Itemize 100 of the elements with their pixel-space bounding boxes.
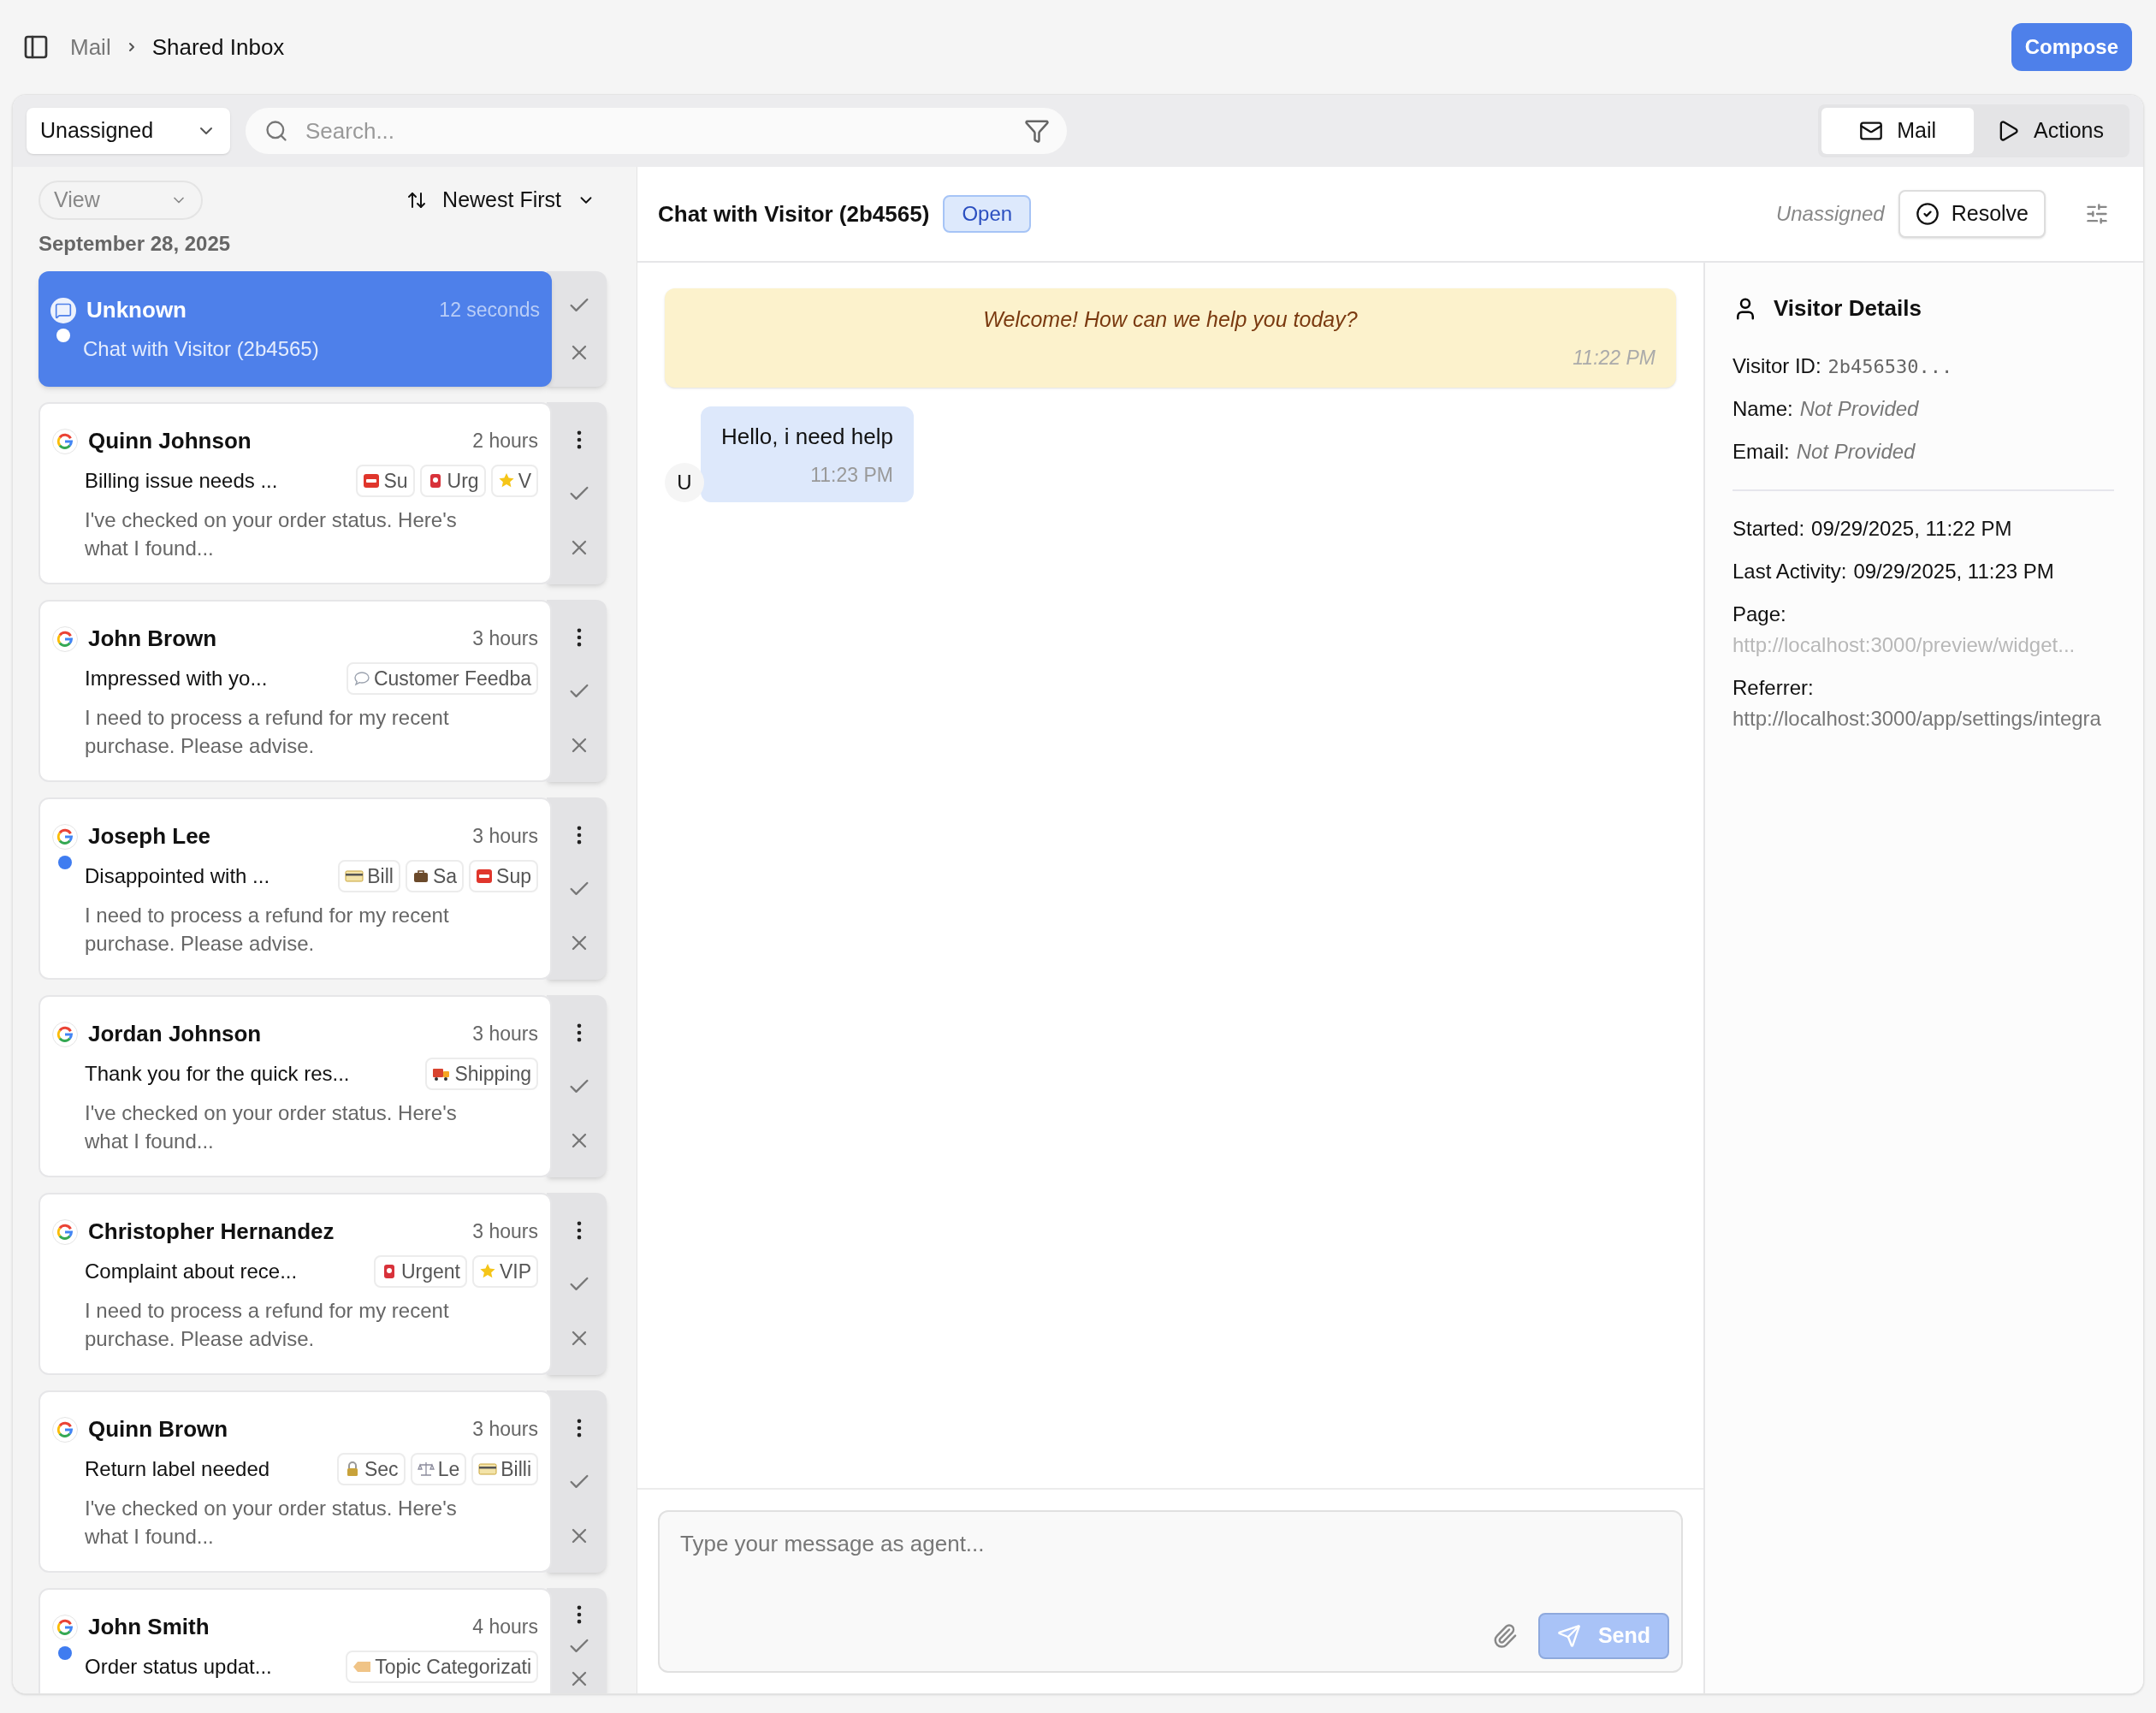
sender-name: Jordan Johnson xyxy=(88,1020,262,1048)
sender-name: John Smith xyxy=(88,1613,210,1641)
assignee-dropdown[interactable]: Unassigned xyxy=(27,108,230,154)
assignee-label: Unassigned xyxy=(1775,201,1885,227)
time-label: 4 hours xyxy=(472,1615,538,1640)
card-icon xyxy=(478,1461,498,1478)
subject-text: Order status updat... xyxy=(85,1654,272,1680)
field-label: Name: xyxy=(1732,396,1793,422)
google-icon xyxy=(52,823,78,850)
field-value: Not Provided xyxy=(1799,396,1919,422)
field-label: Last Activity: xyxy=(1732,559,1847,584)
google-icon xyxy=(52,1218,78,1245)
time-label: 12 seconds xyxy=(439,298,540,323)
google-icon xyxy=(52,1614,78,1640)
subject-text: Disappointed with ... xyxy=(85,863,270,889)
tag-label: Le xyxy=(437,1456,460,1482)
time-label: 3 hours xyxy=(472,824,538,850)
conversation-card[interactable]: Jordan Johnson 3 hours Thank you for the quick res... Shipping I've checked on your order status. Here's what I found... xyxy=(38,995,552,1177)
resolve-button[interactable]: Resolve xyxy=(1898,190,2046,238)
sos-icon xyxy=(363,472,381,489)
time-label: 2 hours xyxy=(472,429,538,454)
time-label: 3 hours xyxy=(472,1219,538,1245)
subject-text: Impressed with yo... xyxy=(85,666,268,691)
chat-icon xyxy=(50,297,76,323)
sender-name: Quinn Johnson xyxy=(88,427,252,455)
view-tab[interactable]: Actions xyxy=(1974,108,2126,154)
message-time: 11:22 PM xyxy=(1573,345,1656,370)
time-label: 3 hours xyxy=(472,1022,538,1047)
sidebar-toggle-icon[interactable] xyxy=(22,33,50,61)
tag-label: Sup xyxy=(496,863,531,889)
time-label: 3 hours xyxy=(472,626,538,652)
search-field[interactable]: Search... xyxy=(246,108,1067,154)
speech-bubble-icon xyxy=(352,670,370,687)
subject-text: Complaint about rece... xyxy=(85,1259,298,1284)
subject-text: Billing issue needs ... xyxy=(85,468,278,494)
sort-icon xyxy=(406,190,428,210)
preview-text: I've checked on your order status. Here's what I found... xyxy=(85,1100,458,1154)
check-circle-icon xyxy=(1915,202,1940,226)
url-link[interactable]: http://localhost:3000/app/settings/integra xyxy=(1732,703,2116,734)
google-icon xyxy=(52,625,78,652)
field-value: 09/29/2025, 11:23 PM xyxy=(1853,559,2054,584)
sender-name: Quinn Brown xyxy=(88,1415,228,1443)
tag-label: Sec xyxy=(364,1456,399,1482)
subject-text: Return label needed xyxy=(85,1456,270,1482)
subject-text: Chat with Visitor (2b4565) xyxy=(83,336,319,362)
tag-label: Billi xyxy=(500,1456,531,1482)
conversation-card[interactable]: John Smith 4 hours Order status updat... Topic Categorizati xyxy=(38,1588,552,1693)
briefcase-icon xyxy=(412,868,429,885)
card-icon xyxy=(345,868,364,885)
conversation-card[interactable]: Quinn Johnson 2 hours Billing issue needs ... Su Urg V I've checked on your order status. Here's what I found... xyxy=(38,402,552,584)
tag-label: Customer Feedba xyxy=(373,666,531,691)
field-value: 09/29/2025, 11:22 PM xyxy=(1811,516,2012,542)
filter-icon[interactable] xyxy=(1024,118,1050,144)
message-text: Welcome! How can we help you today? xyxy=(982,306,1359,333)
tag-label: Sa xyxy=(432,863,458,889)
conversation-card[interactable]: John Brown 3 hours Impressed with yo... Customer Feedba I need to process a refund for my recent purchase. Please advise. xyxy=(38,600,552,782)
conversation-card[interactable]: Quinn Brown 3 hours Return label needed Sec Le Billi I've checked on your order status. Here's what I found... xyxy=(38,1390,552,1573)
tag-label: Topic Categorizati xyxy=(375,1654,531,1680)
subject-text: Thank you for the quick res... xyxy=(85,1061,350,1087)
star-icon xyxy=(478,1263,496,1280)
tag-label: V xyxy=(518,468,531,494)
date-heading: September 28, 2025 xyxy=(38,231,232,257)
compose-button[interactable]: Compose xyxy=(2011,23,2132,71)
tag-label: VIP xyxy=(499,1259,531,1284)
message-time: 11:23 PM xyxy=(810,463,893,488)
field-label: Visitor ID: xyxy=(1732,353,1821,379)
tag-label: Su xyxy=(383,468,408,494)
avatar: U xyxy=(665,462,704,502)
field-label: Referrer: xyxy=(1732,675,1815,701)
message-text: Hello, i need help xyxy=(721,423,893,451)
view-tab[interactable]: Mail xyxy=(1821,108,1974,154)
field-label: Page: xyxy=(1732,602,1787,627)
preview-text: I need to process a refund for my recent purchase. Please advise. xyxy=(85,1298,450,1352)
tag-label: Shipping xyxy=(454,1061,531,1087)
sort-dropdown[interactable]: Newest First xyxy=(406,184,595,216)
tag-label: Bill xyxy=(367,863,394,889)
field-value: Not Provided xyxy=(1796,439,1916,465)
sender-name: Unknown xyxy=(86,296,187,324)
breadcrumb-item: Shared Inbox xyxy=(151,33,285,62)
google-icon xyxy=(52,1021,78,1047)
preview-text: I need to process a refund for my recent purchase. Please advise. xyxy=(85,903,450,957)
search-icon xyxy=(264,119,288,143)
preview-text: I've checked on your order status. Here's what I found... xyxy=(85,1496,458,1550)
google-icon xyxy=(52,1416,78,1443)
field-label: Email: xyxy=(1732,439,1790,465)
sender-name: John Brown xyxy=(88,625,217,653)
conversation-card[interactable]: Joseph Lee 3 hours Disappointed with ... Bill Sa Sup I need to process a refund for my recent purchase. Please advise. xyxy=(38,797,552,980)
send-icon xyxy=(1556,1624,1581,1648)
preview-text: I've checked on your order status. Here's what I found... xyxy=(85,507,458,561)
tag-label: Urg xyxy=(447,468,479,494)
conversation-card[interactable]: Christopher Hernandez 3 hours Complaint about rece... Urgent VIP I need to process a refund for my recent purchase. Please advise. xyxy=(38,1193,552,1375)
sender-name: Christopher Hernandez xyxy=(88,1218,335,1246)
scales-icon xyxy=(417,1461,435,1478)
conversation-card[interactable]: Unknown 12 seconds Chat with Visitor (2b4565) xyxy=(38,271,552,387)
breadcrumb-item[interactable]: Mail xyxy=(70,30,111,64)
status-badge: Open xyxy=(943,195,1032,233)
settings-icon[interactable] xyxy=(2085,202,2109,226)
preview-text: I need to process a refund for my recent purchase. Please advise. xyxy=(85,705,450,759)
field-value: 2b456530... xyxy=(1827,355,1953,379)
panel-title: Visitor Details xyxy=(1774,294,1922,323)
